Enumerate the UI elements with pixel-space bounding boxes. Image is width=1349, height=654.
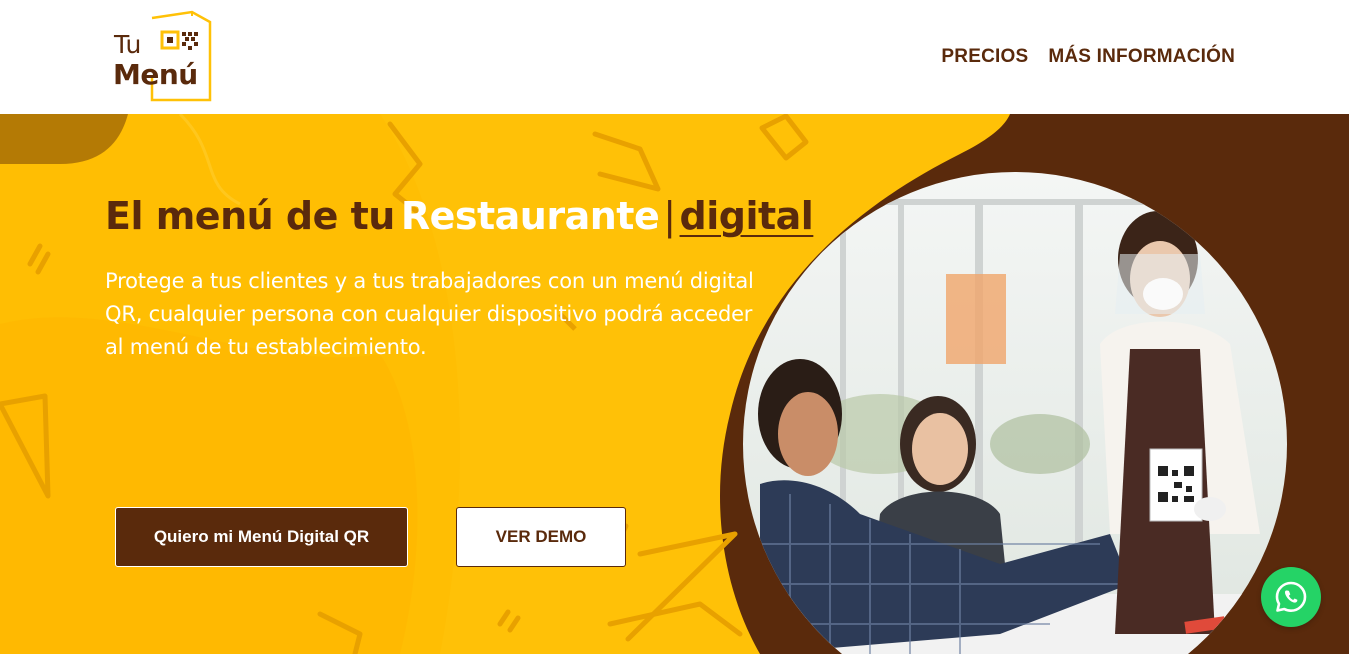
nav-link-precios[interactable]: PRECIOS	[941, 46, 1028, 68]
headline-typed-word: Restaurante	[400, 194, 660, 238]
whatsapp-chat-button[interactable]	[1261, 567, 1321, 627]
tu-menu-logo[interactable]: Tu Menú	[112, 10, 214, 104]
whatsapp-icon	[1275, 581, 1307, 612]
hero-headline: El menú de tu Restaurante | digital	[105, 194, 814, 238]
ver-demo-button[interactable]: VER DEMO	[456, 507, 626, 567]
logo-text-tu: Tu	[114, 30, 142, 59]
logo-text-menu: Menú	[113, 58, 198, 91]
headline-text: El menú de tu	[105, 194, 395, 238]
hero-section: El menú de tu Restaurante | digital Protege…	[0, 114, 1349, 654]
hero-description: Protege a tus clientes y a tus trabajado…	[105, 269, 754, 359]
quiero-menu-digital-button[interactable]: Quiero mi Menú Digital QR	[115, 507, 408, 567]
main-nav: PRECIOS MÁS INFORMACIÓN	[941, 46, 1235, 68]
headline-digital-link[interactable]: digital	[680, 194, 814, 238]
nav-link-mas-informacion[interactable]: MÁS INFORMACIÓN	[1048, 46, 1235, 68]
site-header: Tu Menú PRECIOS MÁS INFORMACIÓN	[0, 0, 1349, 114]
typing-cursor: |	[663, 194, 676, 238]
